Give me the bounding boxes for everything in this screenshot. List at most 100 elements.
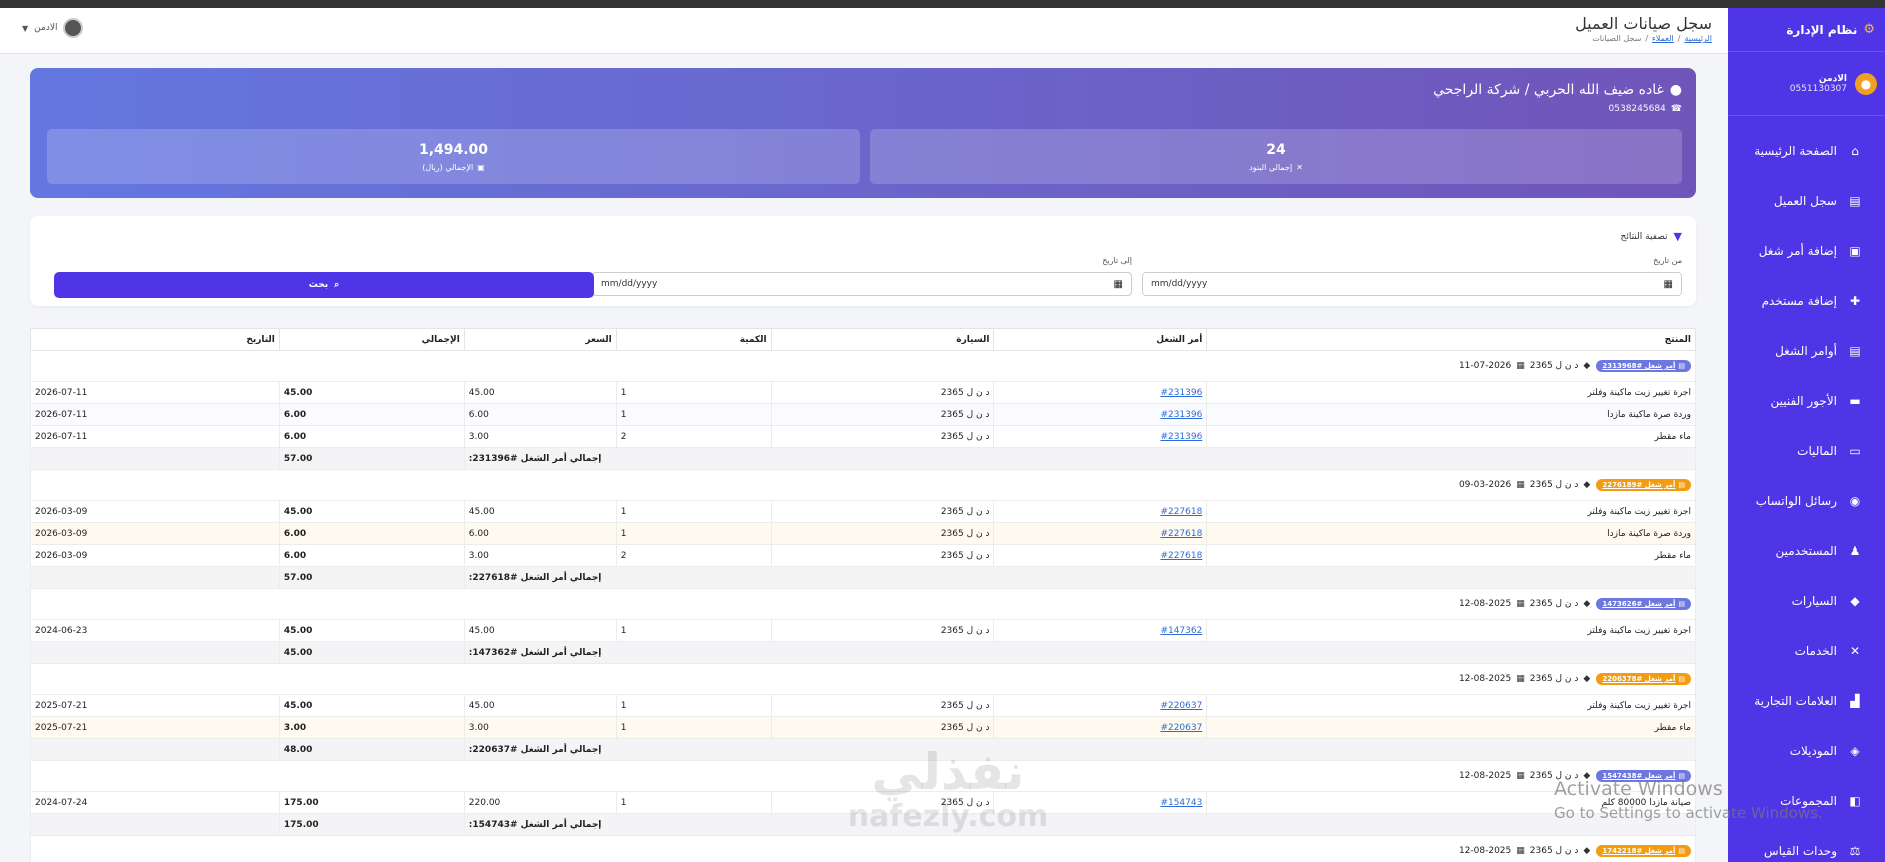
- money-icon: ▬: [1849, 394, 1861, 408]
- sidebar-item-label: الأجور الفنيين: [1770, 394, 1837, 408]
- phone-icon: ☎: [1670, 104, 1682, 114]
- industry-icon: ▟: [1850, 694, 1860, 708]
- calendar-icon[interactable]: ▦: [1664, 279, 1673, 290]
- sidebar-item-label: أوامر الشغل: [1775, 344, 1837, 358]
- cell-order: #231396: [993, 381, 1208, 404]
- subtotal-value: 45.00: [278, 641, 465, 664]
- sidebar-item-7[interactable]: ▭ الماليات: [1728, 426, 1885, 476]
- order-link[interactable]: #231396: [1160, 432, 1202, 442]
- from-date-input[interactable]: mm/dd/yyyy ▦: [1142, 272, 1682, 296]
- order-badge[interactable]: ▤ أمر شغل #2313968: [1596, 360, 1691, 372]
- sidebar-item-9[interactable]: ♟ المستخدمين: [1728, 526, 1885, 576]
- sidebar-item-11[interactable]: ✕ الخدمات: [1728, 626, 1885, 676]
- sidebar-item-13[interactable]: ◈ الموديلات: [1728, 726, 1885, 776]
- file-icon: ▤: [1678, 600, 1685, 608]
- sidebar-user-phone: 0551130307: [1789, 83, 1847, 94]
- cell-date: 2024-07-24: [30, 791, 280, 814]
- subtotal-row: إجمالي أمر الشغل #227618: 57.00: [30, 566, 1696, 589]
- breadcrumb-customers[interactable]: العملاء: [1652, 34, 1674, 43]
- sidebar-item-1[interactable]: ⌂ الصفحة الرئيسية: [1728, 126, 1885, 176]
- sidebar-item-4[interactable]: ✚ إضافة مستخدم: [1728, 276, 1885, 326]
- clipboard-icon: ▤: [1849, 194, 1861, 208]
- table-row[interactable]: اجرة تغيير زيت ماكينة وفلتر #220637 د ن ل …: [30, 694, 1696, 717]
- col-qty[interactable]: الكمية: [615, 328, 772, 351]
- table-row[interactable]: اجرة تغيير زيت ماكينة وفلتر #227618 د ن ل …: [30, 500, 1696, 523]
- order-link[interactable]: #231396: [1160, 410, 1202, 420]
- table-row[interactable]: وردة صرة ماكينة مازدا #231396 د ن ل 2365 1 6…: [30, 403, 1696, 426]
- sidebar-item-3[interactable]: ▣ إضافة أمر شغل: [1728, 226, 1885, 276]
- subtotal-label-cell: إجمالي أمر الشغل #220637:: [463, 738, 1696, 761]
- calendar-icon[interactable]: ▦: [1114, 279, 1123, 290]
- order-group-info: ◆ د ن ل 2365 ▦ 12-08-2025: [1459, 674, 1590, 684]
- table-row[interactable]: ماء مقطر #227618 د ن ل 2365 2 3.00 6.00 2026-0…: [30, 544, 1696, 567]
- sidebar-item-5[interactable]: ▤ أوامر الشغل: [1728, 326, 1885, 376]
- stat-total-label: الإجمالي (ريال): [422, 162, 474, 172]
- cell-price: 220.00: [463, 791, 617, 814]
- search-button[interactable]: ⌕ بحث: [54, 272, 594, 298]
- sidebar-item-10[interactable]: ◆ السيارات: [1728, 576, 1885, 626]
- order-badge[interactable]: ▤ أمر شغل #2276189: [1596, 479, 1691, 491]
- cell-total: 6.00: [278, 403, 465, 426]
- table-row[interactable]: وردة صرة ماكينة مازدا #227618 د ن ل 2365 1 6…: [30, 522, 1696, 545]
- order-link[interactable]: #227618: [1160, 529, 1202, 539]
- watermark-arabic: نفذلي: [871, 743, 1025, 801]
- order-link[interactable]: #231396: [1160, 388, 1202, 398]
- cell-car: د ن ل 2365: [770, 522, 995, 545]
- sidebar-item-label: وحدات القياس: [1764, 844, 1837, 858]
- stat-items-label: إجمالي البنود: [1249, 162, 1293, 172]
- cell-price: 45.00: [463, 619, 617, 642]
- order-group-info: ◆ د ن ل 2365 ▦ 12-08-2025: [1459, 846, 1590, 856]
- cell-price: 3.00: [463, 544, 617, 567]
- col-car[interactable]: السيارة: [770, 328, 995, 351]
- col-price[interactable]: السعر: [463, 328, 617, 351]
- order-link[interactable]: #147362: [1160, 626, 1202, 636]
- sidebar-item-8[interactable]: ◉ رسائل الواتساب: [1728, 476, 1885, 526]
- watermark: نفذلي nafezly.com: [838, 742, 1058, 832]
- sidebar-item-15[interactable]: ⚖ وحدات القياس: [1728, 826, 1885, 862]
- cell-date: 2026-07-11: [30, 381, 280, 404]
- cell-order: #227618: [993, 500, 1208, 523]
- col-product[interactable]: المنتج: [1206, 328, 1696, 351]
- table-row[interactable]: ماء مقطر #231396 د ن ل 2365 2 3.00 6.00 2026-0…: [30, 425, 1696, 448]
- table-row[interactable]: اجرة تغيير زيت ماكينة وفلتر #147362 د ن ل …: [30, 619, 1696, 642]
- order-link[interactable]: #227618: [1160, 507, 1202, 517]
- file-icon: ▤: [1678, 481, 1685, 489]
- sidebar-brand[interactable]: ⚙ نظام الإدارة: [1728, 8, 1885, 52]
- table-row[interactable]: اجرة تغيير زيت ماكينة وفلتر #231396 د ن ل …: [30, 381, 1696, 404]
- order-badge-label: أمر شغل #2276189: [1602, 481, 1676, 489]
- order-badge[interactable]: ▤ أمر شغل #2206378: [1596, 673, 1691, 685]
- order-link[interactable]: #220637: [1160, 723, 1202, 733]
- filter-icon: ▼: [1673, 230, 1682, 243]
- order-badge[interactable]: ▤ أمر شغل #1473626: [1596, 598, 1691, 610]
- sidebar-item-label: الماليات: [1797, 444, 1837, 458]
- clipboard-list-icon: ▤: [1849, 344, 1861, 358]
- subtotal-row: إجمالي أمر الشغل #231396: 57.00: [30, 447, 1696, 470]
- cell-price: 6.00: [463, 522, 617, 545]
- col-order[interactable]: أمر الشغل: [993, 328, 1208, 351]
- subtotal-empty: [30, 447, 280, 470]
- col-total[interactable]: الإجمالي: [278, 328, 465, 351]
- sidebar-user[interactable]: ● الادمن 0551130307: [1728, 52, 1885, 116]
- table-row[interactable]: ماء مقطر #220637 د ن ل 2365 1 3.00 3.00 2025-0…: [30, 716, 1696, 739]
- breadcrumb-home[interactable]: الرئيسية: [1684, 34, 1712, 43]
- user-menu[interactable]: ▼ الادمن: [22, 18, 84, 38]
- order-link[interactable]: #227618: [1160, 551, 1202, 561]
- sidebar-item-12[interactable]: ▟ العلامات التجارية: [1728, 676, 1885, 726]
- order-badge[interactable]: ▤ أمر شغل #1742218: [1596, 845, 1691, 857]
- group-date: 09-03-2026: [1458, 480, 1512, 490]
- sidebar-item-2[interactable]: ▤ سجل العميل: [1728, 176, 1885, 226]
- cell-car: د ن ل 2365: [770, 694, 995, 717]
- sidebar-item-6[interactable]: ▬ الأجور الفنيين: [1728, 376, 1885, 426]
- col-date[interactable]: التاريخ: [30, 328, 280, 351]
- order-link[interactable]: #220637: [1160, 701, 1202, 711]
- cell-car: د ن ل 2365: [770, 381, 995, 404]
- order-link[interactable]: #154743: [1160, 798, 1202, 808]
- to-date-input[interactable]: mm/dd/yyyy ▦: [592, 272, 1132, 296]
- cell-qty: 1: [615, 791, 772, 814]
- user-icon: ●: [1855, 72, 1877, 95]
- filter-title-row: ▼ تصفية النتائج: [1621, 230, 1682, 243]
- activate-windows-notice: Activate Windows Go to Settings to activ…: [1554, 778, 1823, 822]
- customer-name: غاده ضيف الله الحربي / شركة الراجحي: [1433, 82, 1664, 98]
- car-icon: ◆: [1583, 480, 1591, 490]
- cell-total: 45.00: [278, 694, 465, 717]
